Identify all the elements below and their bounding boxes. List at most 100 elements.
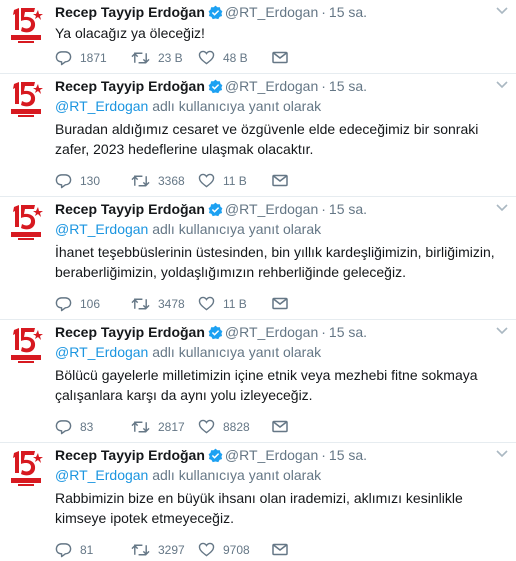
reply-icon bbox=[55, 296, 72, 312]
tweet-content: Recep Tayyip Erdoğan @RT_Erdogan · 15 sa. @… bbox=[55, 443, 502, 528]
15-temmuz-logo-icon bbox=[11, 328, 43, 363]
retweet-button[interactable]: 2817 bbox=[131, 416, 185, 436]
direct-message-button[interactable] bbox=[272, 170, 296, 190]
retweet-button[interactable]: 3297 bbox=[131, 539, 185, 559]
reply-context-text: adlı kullanıcıya yanıt olarak bbox=[148, 221, 322, 237]
tweet-header: Recep Tayyip Erdoğan @RT_Erdogan · 15 sa. bbox=[55, 445, 502, 465]
like-button[interactable]: 48 B bbox=[198, 47, 248, 67]
reply-context-text: adlı kullanıcıya yanıt olarak bbox=[148, 467, 322, 483]
author-handle[interactable]: @RT_Erdogan bbox=[225, 201, 318, 217]
tweet-text: Ya olacağız ya öleceğiz! bbox=[55, 25, 205, 41]
like-button[interactable]: 11 B bbox=[198, 293, 247, 313]
reply-button[interactable]: 1871 bbox=[55, 47, 107, 67]
retweet-count: 3297 bbox=[158, 542, 185, 557]
reply-context-text: adlı kullanıcıya yanıt olarak bbox=[148, 344, 322, 360]
timestamp[interactable]: 15 sa. bbox=[329, 4, 367, 20]
author-name[interactable]: Recep Tayyip Erdoğan bbox=[55, 201, 205, 217]
verified-badge-icon bbox=[208, 79, 223, 94]
timestamp[interactable]: 15 sa. bbox=[329, 324, 367, 340]
avatar[interactable] bbox=[9, 80, 43, 120]
direct-message-button[interactable] bbox=[272, 293, 296, 313]
tweet-text: Rabbimizin bize en büyük ihsanı olan ira… bbox=[55, 490, 463, 526]
like-button[interactable]: 9708 bbox=[198, 539, 250, 559]
reply-icon bbox=[55, 542, 72, 558]
author-handle[interactable]: @RT_Erdogan bbox=[225, 324, 318, 340]
retweet-button[interactable]: 3478 bbox=[131, 293, 185, 313]
verified-badge-icon bbox=[208, 325, 223, 340]
separator-dot: · bbox=[321, 447, 326, 463]
author-handle[interactable]: @RT_Erdogan bbox=[225, 4, 318, 20]
reply-count: 130 bbox=[80, 173, 101, 188]
tweet[interactable]: Recep Tayyip Erdoğan @RT_Erdogan · 15 sa. Y… bbox=[0, 0, 516, 74]
like-count: 8828 bbox=[223, 419, 250, 434]
retweet-icon bbox=[131, 421, 150, 433]
direct-message-button[interactable] bbox=[272, 47, 296, 67]
verified-badge-icon bbox=[208, 202, 223, 217]
tweet[interactable]: Recep Tayyip Erdoğan @RT_Erdogan · 15 sa. @… bbox=[0, 74, 516, 197]
separator-dot: · bbox=[321, 4, 326, 20]
15-temmuz-logo-icon bbox=[11, 451, 43, 486]
direct-message-button[interactable] bbox=[272, 539, 296, 559]
tweet-header: Recep Tayyip Erdoğan @RT_Erdogan · 15 sa. bbox=[55, 76, 502, 96]
author-name[interactable]: Recep Tayyip Erdoğan bbox=[55, 447, 205, 463]
reply-context: @RT_Erdogan adlı kullanıcıya yanıt olara… bbox=[55, 96, 502, 116]
reply-button[interactable]: 83 bbox=[55, 416, 93, 436]
timestamp[interactable]: 15 sa. bbox=[329, 201, 367, 217]
tweet-content: Recep Tayyip Erdoğan @RT_Erdogan · 15 sa. Y… bbox=[55, 0, 502, 43]
tweet[interactable]: Recep Tayyip Erdoğan @RT_Erdogan · 15 sa. @… bbox=[0, 320, 516, 443]
separator-dot: · bbox=[321, 78, 326, 94]
reply-button[interactable]: 106 bbox=[55, 293, 100, 313]
heart-icon bbox=[198, 420, 215, 434]
author-name[interactable]: Recep Tayyip Erdoğan bbox=[55, 324, 205, 340]
like-count: 9708 bbox=[223, 542, 250, 557]
timestamp[interactable]: 15 sa. bbox=[329, 447, 367, 463]
tweet-header: Recep Tayyip Erdoğan @RT_Erdogan · 15 sa. bbox=[55, 2, 502, 22]
tweet-content: Recep Tayyip Erdoğan @RT_Erdogan · 15 sa. @… bbox=[55, 197, 502, 282]
reply-icon bbox=[55, 419, 72, 435]
like-button[interactable]: 11 B bbox=[198, 170, 247, 190]
retweet-icon bbox=[131, 298, 150, 310]
verified-badge-icon bbox=[208, 5, 223, 20]
like-button[interactable]: 8828 bbox=[198, 416, 250, 436]
tweet-timeline: Recep Tayyip Erdoğan @RT_Erdogan · 15 sa. Y… bbox=[0, 0, 516, 561]
15-temmuz-logo-icon bbox=[11, 82, 43, 117]
tweet-content: Recep Tayyip Erdoğan @RT_Erdogan · 15 sa. @… bbox=[55, 320, 502, 405]
reply-context: @RT_Erdogan adlı kullanıcıya yanıt olara… bbox=[55, 465, 502, 485]
15-temmuz-logo-icon bbox=[11, 205, 43, 240]
reply-button[interactable]: 81 bbox=[55, 539, 93, 559]
retweet-button[interactable]: 23 B bbox=[131, 47, 183, 67]
heart-icon bbox=[198, 174, 215, 188]
author-handle[interactable]: @RT_Erdogan bbox=[225, 78, 318, 94]
avatar[interactable] bbox=[9, 6, 43, 46]
tweet-text: İhanet teşebbüslerinin üstesinden, bin y… bbox=[55, 244, 495, 280]
reply-icon bbox=[55, 50, 72, 66]
direct-message-button[interactable] bbox=[272, 416, 296, 436]
timestamp[interactable]: 15 sa. bbox=[329, 78, 367, 94]
avatar[interactable] bbox=[9, 449, 43, 489]
like-count: 11 B bbox=[223, 173, 247, 188]
tweet[interactable]: Recep Tayyip Erdoğan @RT_Erdogan · 15 sa. @… bbox=[0, 443, 516, 561]
envelope-icon bbox=[272, 52, 288, 64]
reply-mention-link[interactable]: @RT_Erdogan bbox=[55, 344, 148, 360]
reply-button[interactable]: 130 bbox=[55, 170, 100, 190]
retweet-button[interactable]: 3368 bbox=[131, 170, 185, 190]
tweet[interactable]: Recep Tayyip Erdoğan @RT_Erdogan · 15 sa. @… bbox=[0, 197, 516, 320]
15-temmuz-logo-icon bbox=[11, 8, 43, 43]
reply-context-text: adlı kullanıcıya yanıt olarak bbox=[148, 98, 322, 114]
retweet-count: 23 B bbox=[158, 50, 183, 65]
verified-badge-icon bbox=[208, 448, 223, 463]
author-name[interactable]: Recep Tayyip Erdoğan bbox=[55, 4, 205, 20]
heart-icon bbox=[198, 51, 215, 65]
reply-icon bbox=[55, 173, 72, 189]
reply-count: 81 bbox=[80, 542, 94, 557]
reply-count: 1871 bbox=[80, 50, 107, 65]
avatar[interactable] bbox=[9, 326, 43, 366]
avatar[interactable] bbox=[9, 203, 43, 243]
reply-mention-link[interactable]: @RT_Erdogan bbox=[55, 467, 148, 483]
author-handle[interactable]: @RT_Erdogan bbox=[225, 447, 318, 463]
separator-dot: · bbox=[321, 324, 326, 340]
reply-count: 106 bbox=[80, 296, 101, 311]
reply-mention-link[interactable]: @RT_Erdogan bbox=[55, 98, 148, 114]
reply-mention-link[interactable]: @RT_Erdogan bbox=[55, 221, 148, 237]
author-name[interactable]: Recep Tayyip Erdoğan bbox=[55, 78, 205, 94]
